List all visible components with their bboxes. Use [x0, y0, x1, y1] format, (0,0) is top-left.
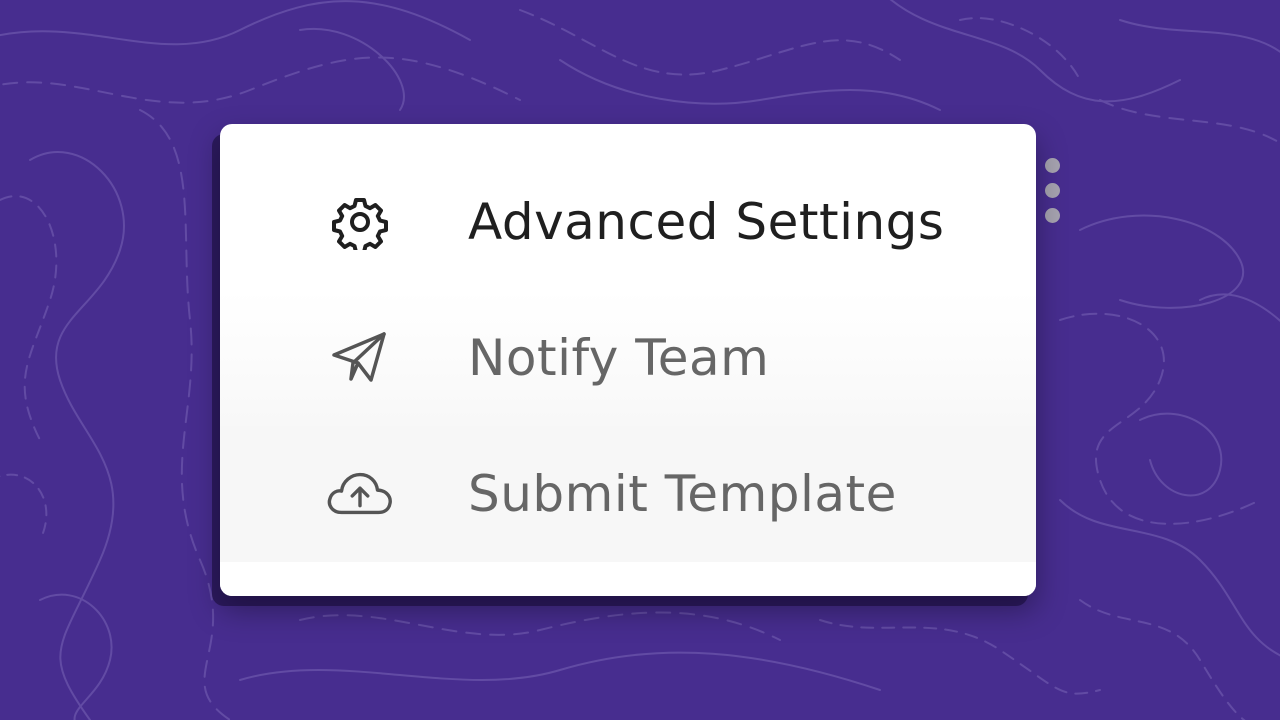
- dot: [1045, 158, 1060, 173]
- dot: [1045, 208, 1060, 223]
- menu-item-label: Submit Template: [468, 465, 897, 523]
- menu-item-label: Notify Team: [468, 329, 770, 387]
- menu-item-submit-template[interactable]: Submit Template: [220, 426, 1036, 562]
- paper-plane-icon: [326, 328, 394, 388]
- more-vertical-icon[interactable]: [1042, 156, 1064, 226]
- menu-footer: [220, 562, 1036, 596]
- dropdown-menu: Advanced Settings Notify Team Submit Tem…: [220, 124, 1036, 596]
- menu-item-notify-team[interactable]: Notify Team: [220, 290, 1036, 426]
- cloud-upload-icon: [326, 464, 394, 524]
- menu-item-advanced-settings[interactable]: Advanced Settings: [220, 154, 1036, 290]
- gear-icon: [326, 192, 394, 252]
- dot: [1045, 183, 1060, 198]
- menu-item-label: Advanced Settings: [468, 193, 945, 251]
